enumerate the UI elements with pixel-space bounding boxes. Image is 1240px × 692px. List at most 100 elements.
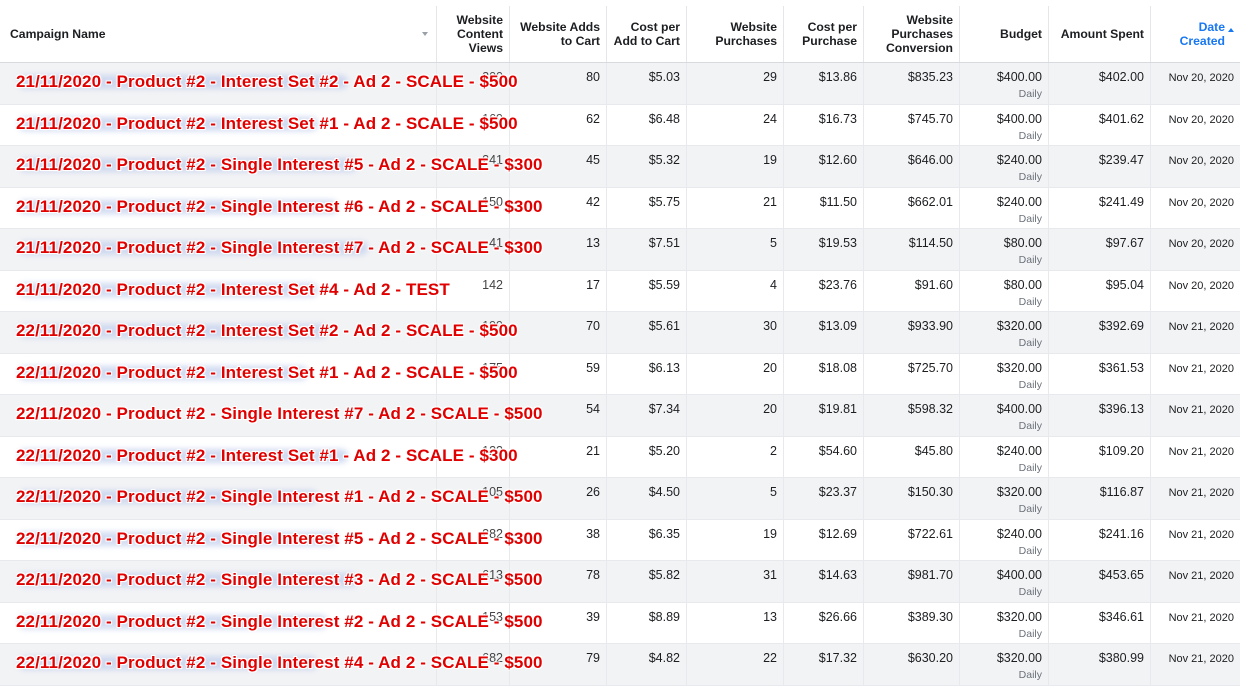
cell-campaign-name[interactable]: 22/11/2020 - Product #2 - Single Interes… bbox=[0, 478, 542, 519]
cell-campaign-name[interactable]: 22/11/2020 - Product #2 - Single Interes… bbox=[0, 644, 542, 685]
cell-value: $5.03 bbox=[648, 70, 680, 84]
column-header-budget[interactable]: Budget bbox=[959, 6, 1048, 62]
cell-value: $240.00 bbox=[996, 526, 1042, 541]
table-row[interactable]: 22/11/2020 - Product #2 - Single Interes… bbox=[0, 519, 1240, 561]
budget-period-label: Daily bbox=[1018, 254, 1042, 266]
table-row[interactable]: 22/11/2020 - Product #2 - Interest Set #… bbox=[0, 436, 1240, 478]
cell-campaign-name[interactable]: 21/11/2020 - Product #2 - Single Interes… bbox=[0, 188, 542, 229]
cell-value: $835.23 bbox=[907, 70, 953, 84]
cell-cost-per-add-to-cart: $6.13 bbox=[606, 353, 686, 394]
cell-amount-spent: $97.67 bbox=[1048, 229, 1150, 270]
table-row[interactable]: 21/11/2020 - Product #2 - Single Interes… bbox=[0, 146, 1240, 188]
table-row[interactable]: 21/11/2020 - Product #2 - Interest Set #… bbox=[0, 104, 1240, 146]
cell-budget: $240.00 Daily bbox=[959, 436, 1048, 477]
cell-campaign-name[interactable]: 22/11/2020 - Product #2 - Interest Set #… bbox=[0, 312, 518, 353]
cell-value: $5.75 bbox=[648, 194, 680, 209]
campaign-name-label[interactable]: 22/11/2020 - Product #2 - Interest Set #… bbox=[16, 321, 518, 341]
column-header-purchases-conversion[interactable]: Website Purchases Conversion bbox=[863, 6, 959, 62]
cell-value: Nov 20, 2020 bbox=[1168, 72, 1234, 84]
column-header-campaign-name[interactable]: Campaign Name bbox=[0, 6, 436, 62]
cell-budget: $240.00 Daily bbox=[959, 187, 1048, 228]
cell-value: Nov 20, 2020 bbox=[1168, 279, 1234, 292]
cell-date-created: Nov 21, 2020 bbox=[1150, 519, 1240, 560]
cell-purchases: 20 bbox=[686, 353, 783, 394]
cell-value: $241.49 bbox=[1098, 194, 1144, 209]
campaign-name-label[interactable]: 22/11/2020 - Product #2 - Interest Set #… bbox=[16, 363, 518, 383]
cell-value: 39 bbox=[586, 609, 600, 624]
table-row[interactable]: 21/11/2020 - Product #2 - Interest Set #… bbox=[0, 63, 1240, 105]
cell-value: $14.63 bbox=[818, 568, 857, 582]
cell-purchases: 24 bbox=[686, 104, 783, 145]
cell-cost-per-add-to-cart: $7.51 bbox=[606, 229, 686, 270]
column-header-adds-to-cart[interactable]: Website Adds to Cart bbox=[509, 6, 606, 62]
cell-value: Nov 21, 2020 bbox=[1168, 528, 1234, 541]
cell-cost-per-add-to-cart: $4.82 bbox=[606, 644, 686, 685]
column-header-cost-per-add-to-cart[interactable]: Cost per Add to Cart bbox=[606, 6, 686, 62]
table-row[interactable]: 22/11/2020 - Product #2 - Interest Set #… bbox=[0, 312, 1240, 354]
cell-value: $95.04 bbox=[1105, 277, 1144, 292]
cell-value: 21 bbox=[763, 194, 777, 209]
cell-cost-per-add-to-cart: $7.34 bbox=[606, 395, 686, 436]
campaign-name-label[interactable]: 22/11/2020 - Product #2 - Single Interes… bbox=[16, 487, 543, 507]
cell-date-created: Nov 21, 2020 bbox=[1150, 602, 1240, 643]
cell-campaign-name[interactable]: 21/11/2020 - Product #2 - Interest Set #… bbox=[0, 63, 518, 104]
cell-campaign-name[interactable]: 21/11/2020 - Product #2 - Interest Set #… bbox=[0, 271, 450, 312]
cell-value: 79 bbox=[586, 651, 600, 665]
cell-value: $13.09 bbox=[818, 319, 857, 333]
cell-value: $646.00 bbox=[907, 153, 953, 167]
campaign-name-label[interactable]: 21/11/2020 - Product #2 - Interest Set #… bbox=[16, 114, 518, 134]
table-row[interactable]: 22/11/2020 - Product #2 - Interest Set #… bbox=[0, 353, 1240, 395]
chevron-down-icon[interactable] bbox=[422, 32, 428, 36]
column-header-content-views[interactable]: Website Content Views bbox=[436, 6, 509, 62]
table-row[interactable]: 22/11/2020 - Product #2 - Single Interes… bbox=[0, 602, 1240, 644]
cell-campaign-name[interactable]: 21/11/2020 - Product #2 - Single Interes… bbox=[0, 229, 542, 270]
table-row[interactable]: 22/11/2020 - Product #2 - Single Interes… bbox=[0, 561, 1240, 603]
column-header-amount-spent[interactable]: Amount Spent bbox=[1048, 6, 1150, 62]
cell-purchases: 21 bbox=[686, 187, 783, 228]
cell-campaign-name[interactable]: 22/11/2020 - Product #2 - Interest Set #… bbox=[0, 437, 518, 478]
column-header-date-created[interactable]: Date Created bbox=[1150, 6, 1240, 62]
campaign-name-label[interactable]: 22/11/2020 - Product #2 - Single Interes… bbox=[16, 612, 543, 632]
campaign-name-label[interactable]: 21/11/2020 - Product #2 - Single Interes… bbox=[16, 238, 543, 258]
cell-campaign-name[interactable]: 22/11/2020 - Product #2 - Single Interes… bbox=[0, 561, 542, 602]
cell-value: Nov 21, 2020 bbox=[1168, 570, 1234, 582]
column-header-purchases[interactable]: Website Purchases bbox=[686, 6, 783, 62]
cell-value: 19 bbox=[763, 153, 777, 167]
column-header-cost-per-purchase[interactable]: Cost per Purchase bbox=[783, 6, 863, 62]
cell-value: 19 bbox=[763, 526, 777, 541]
table-row[interactable]: 22/11/2020 - Product #2 - Single Interes… bbox=[0, 395, 1240, 437]
cell-purchases-conversion: $722.61 bbox=[863, 519, 959, 560]
cell-value: $13.86 bbox=[818, 70, 857, 84]
cell-campaign-name[interactable]: 22/11/2020 - Product #2 - Single Interes… bbox=[0, 395, 542, 436]
budget-period-label: Daily bbox=[1018, 88, 1042, 100]
table-row[interactable]: 21/11/2020 - Product #2 - Interest Set #… bbox=[0, 270, 1240, 312]
cell-campaign-name[interactable]: 21/11/2020 - Product #2 - Single Interes… bbox=[0, 146, 542, 187]
table-row[interactable]: 21/11/2020 - Product #2 - Single Interes… bbox=[0, 229, 1240, 271]
campaign-name-label[interactable]: 21/11/2020 - Product #2 - Interest Set #… bbox=[16, 280, 450, 300]
campaign-name-label[interactable]: 22/11/2020 - Product #2 - Single Interes… bbox=[16, 404, 543, 424]
cell-campaign-name[interactable]: 22/11/2020 - Product #2 - Single Interes… bbox=[0, 603, 542, 644]
cell-campaign-name[interactable]: 22/11/2020 - Product #2 - Interest Set #… bbox=[0, 354, 518, 395]
cell-cost-per-purchase: $13.09 bbox=[783, 312, 863, 353]
cell-value: 78 bbox=[586, 568, 600, 582]
table-row[interactable]: 22/11/2020 - Product #2 - Single Interes… bbox=[0, 644, 1240, 686]
cell-cost-per-purchase: $19.81 bbox=[783, 395, 863, 436]
campaign-name-label[interactable]: 21/11/2020 - Product #2 - Single Interes… bbox=[16, 155, 543, 175]
campaign-name-label[interactable]: 22/11/2020 - Product #2 - Single Interes… bbox=[16, 570, 543, 590]
campaign-name-label[interactable]: 21/11/2020 - Product #2 - Single Interes… bbox=[16, 197, 543, 217]
table-row[interactable]: 21/11/2020 - Product #2 - Single Interes… bbox=[0, 187, 1240, 229]
campaign-name-label[interactable]: 22/11/2020 - Product #2 - Single Interes… bbox=[16, 529, 543, 549]
campaign-name-label[interactable]: 22/11/2020 - Product #2 - Interest Set #… bbox=[16, 446, 518, 466]
cell-campaign-name[interactable]: 22/11/2020 - Product #2 - Single Interes… bbox=[0, 520, 542, 561]
cell-value: $7.51 bbox=[648, 236, 680, 250]
table-row[interactable]: 22/11/2020 - Product #2 - Single Interes… bbox=[0, 478, 1240, 520]
campaign-name-label[interactable]: 21/11/2020 - Product #2 - Interest Set #… bbox=[16, 72, 518, 92]
cell-campaign-name[interactable]: 21/11/2020 - Product #2 - Interest Set #… bbox=[0, 105, 518, 146]
cell-value: $17.32 bbox=[818, 651, 857, 665]
budget-period-label: Daily bbox=[1018, 129, 1042, 142]
cell-amount-spent: $241.49 bbox=[1048, 187, 1150, 228]
campaign-name-label[interactable]: 22/11/2020 - Product #2 - Single Interes… bbox=[16, 653, 543, 673]
cell-value: 38 bbox=[586, 526, 600, 541]
sort-ascending-icon[interactable] bbox=[1228, 28, 1234, 32]
column-header-label: Website Purchases bbox=[715, 20, 777, 48]
